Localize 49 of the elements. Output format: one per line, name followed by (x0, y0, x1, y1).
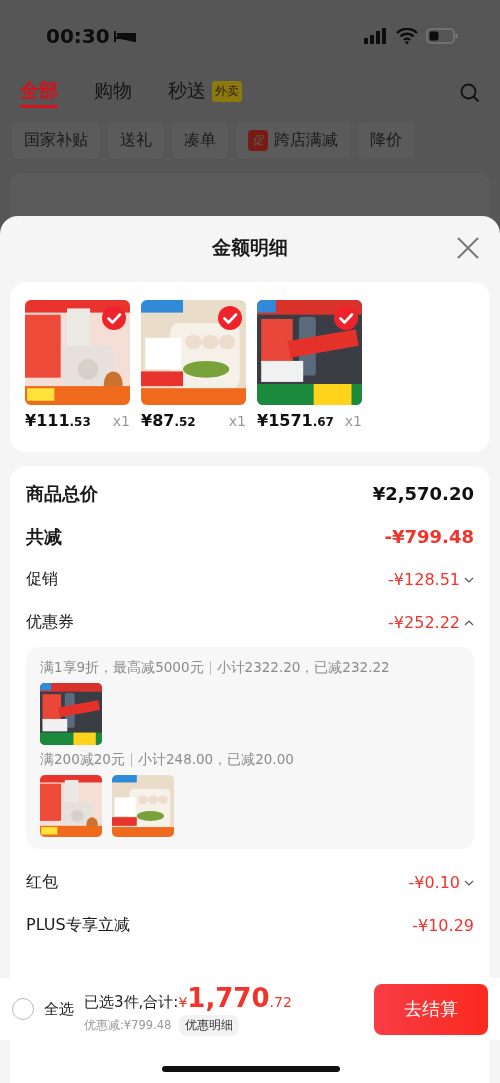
summary-label: 促销 (26, 569, 58, 590)
quantity: x1 (228, 413, 246, 429)
summary-amount: -¥799.48 (384, 526, 474, 547)
summary-amount: -¥128.51 (388, 570, 460, 589)
tab-badge: 外卖 (212, 80, 242, 102)
wifi-icon (396, 28, 418, 44)
product-price: ¥111.53 (25, 411, 91, 430)
close-icon[interactable] (456, 236, 480, 260)
filter-chip[interactable]: 降价 (358, 122, 414, 159)
filter-chip[interactable]: 国家补贴 (12, 122, 100, 159)
discount-text: 优惠减:¥799.48 (84, 1017, 172, 1033)
select-all-radio[interactable] (12, 998, 34, 1020)
product-price: ¥1571.67 (257, 411, 334, 430)
category-tab[interactable]: 购物 (94, 78, 132, 108)
summary-label: 商品总价 (26, 481, 98, 506)
chevron-up-icon[interactable] (464, 619, 474, 626)
total-summary: 已选3件,合计:¥1,770.72 (84, 982, 292, 1013)
filter-chip[interactable]: 送礼 (108, 122, 164, 159)
search-icon[interactable] (460, 83, 480, 103)
filter-chip[interactable]: 凑单 (172, 122, 228, 159)
battery-icon (426, 28, 458, 44)
summary-amount: -¥0.10 (408, 873, 460, 892)
category-tab[interactable]: 全部 (20, 78, 58, 108)
signal-icon (364, 28, 388, 44)
quantity: x1 (112, 413, 130, 429)
category-tab[interactable]: 秒送 外卖 (168, 78, 242, 108)
quantity: x1 (344, 413, 362, 429)
status-time: 00:30 (46, 24, 136, 48)
summary-amount: ¥2,570.20 (372, 483, 474, 504)
filter-chip[interactable]: 促 跨店满减 (236, 122, 350, 159)
summary-amount: -¥10.29 (412, 916, 474, 935)
chevron-down-icon[interactable] (464, 879, 474, 886)
promo-badge: 促 (248, 130, 268, 151)
coupon-subtotal: 小计248.00，已减20.00 (137, 751, 294, 769)
select-all-label[interactable]: 全选 (44, 999, 74, 1019)
sheet-title: 金额明细 (212, 235, 288, 260)
summary-label: 优惠券 (26, 612, 74, 633)
checkout-button[interactable]: 去结算 (374, 983, 488, 1035)
coupon-rule: 满200减20元 (40, 751, 125, 769)
summary-label: 红包 (26, 872, 58, 893)
summary-label: PLUS专享立减 (26, 915, 130, 936)
product-price: ¥87.52 (141, 411, 196, 430)
discount-detail-button[interactable]: 优惠明细 (179, 1014, 240, 1036)
coupon-subtotal: 小计2322.20，已减232.22 (216, 659, 390, 677)
bed-icon (113, 29, 136, 43)
summary-amount: -¥252.22 (388, 613, 460, 632)
chevron-down-icon[interactable] (464, 576, 474, 583)
coupon-rule: 满1享9折，最高减5000元 (40, 659, 204, 677)
summary-label: 共减 (26, 524, 62, 549)
